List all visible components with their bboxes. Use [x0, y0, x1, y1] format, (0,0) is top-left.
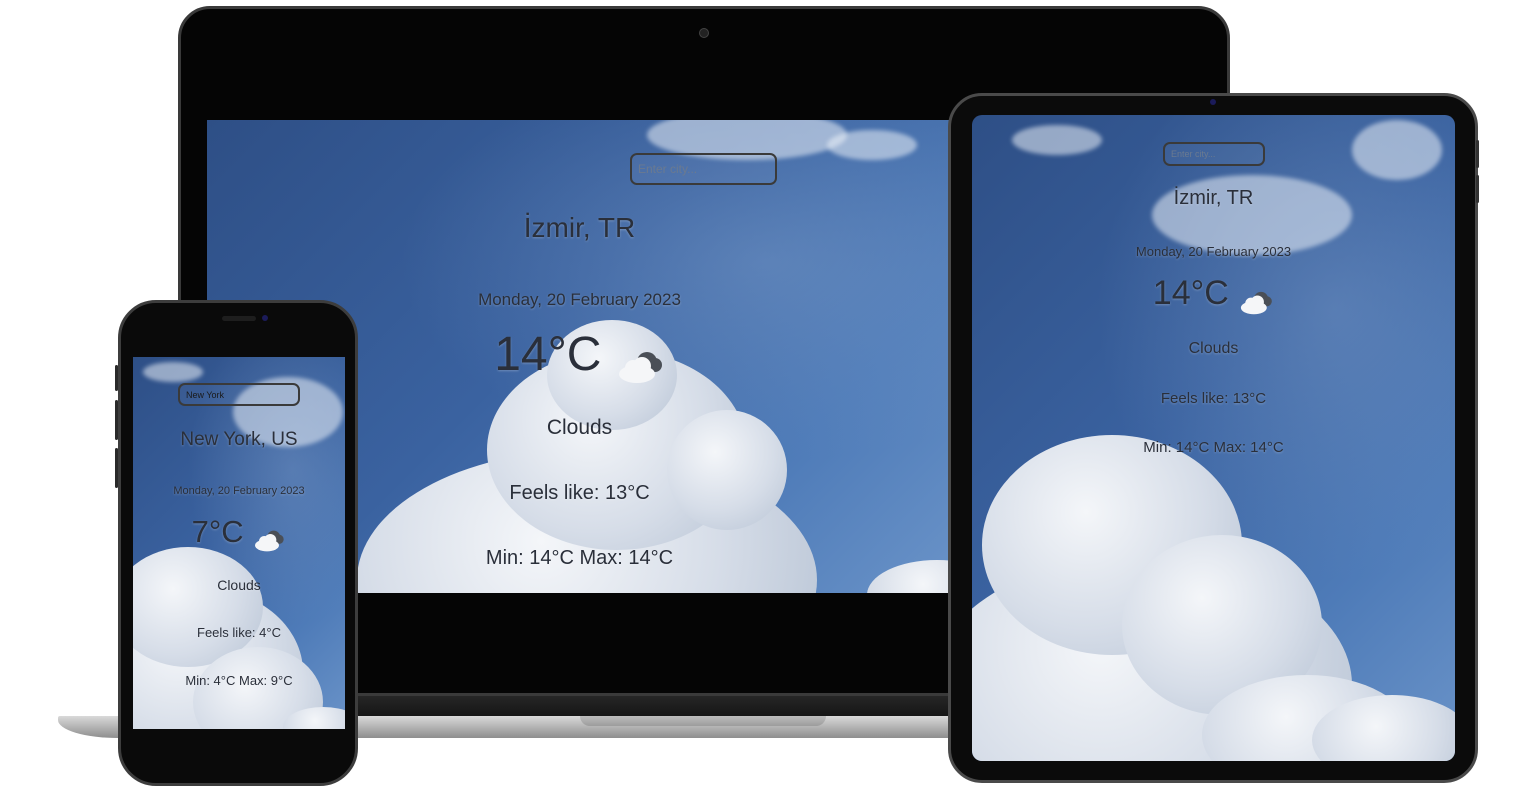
- laptop-notch: [580, 716, 826, 726]
- phone-feels-like: Feels like: 4°C: [197, 625, 281, 640]
- phone-temperature-row: 7°C: [133, 512, 345, 552]
- cloud-sun-icon: [615, 339, 665, 384]
- tablet-feels-like: Feels like: 13°C: [1160, 390, 1267, 407]
- tablet-temperature: 14°C: [1152, 274, 1229, 312]
- cloud-sun-icon: [252, 522, 286, 552]
- phone-city-name: New York, US: [180, 429, 298, 450]
- phone-temperature: 7°C: [191, 514, 244, 549]
- tablet-search-input[interactable]: [1163, 142, 1265, 166]
- phone-screen: New York, US Monday, 20 February 2023 7°…: [133, 357, 345, 729]
- tablet-date: Monday, 20 February 2023: [1135, 244, 1292, 259]
- laptop-city-name: İzmir, TR: [523, 212, 636, 243]
- phone-camera: [262, 315, 268, 321]
- phone-date: Monday, 20 February 2023: [173, 485, 305, 497]
- cloud-sun-icon: [1238, 282, 1274, 315]
- laptop-camera: [699, 28, 709, 38]
- laptop-search-input[interactable]: [630, 153, 777, 185]
- tablet-temperature-row: 14°C: [972, 271, 1455, 315]
- tablet-city-name: İzmir, TR: [1173, 187, 1254, 209]
- tablet-condition: Clouds: [1188, 340, 1239, 357]
- laptop-temperature: 14°C: [494, 328, 602, 381]
- phone-speaker: [222, 316, 256, 321]
- phone-min-max: Min: 4°C Max: 9°C: [185, 673, 293, 688]
- tablet-screen: İzmir, TR Monday, 20 February 2023 14°C …: [972, 115, 1455, 761]
- tablet-min-max: Min: 14°C Max: 14°C: [1143, 439, 1284, 456]
- tablet-camera: [1210, 99, 1216, 105]
- phone-condition: Clouds: [217, 577, 261, 593]
- phone-search-input[interactable]: [178, 383, 300, 406]
